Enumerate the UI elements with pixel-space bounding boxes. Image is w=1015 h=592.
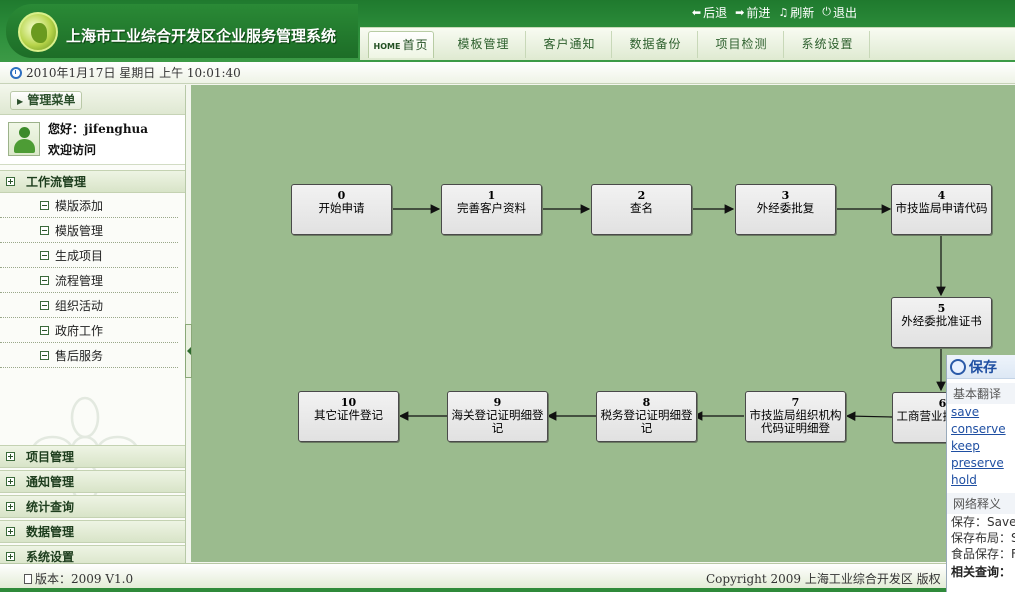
workflow-node-0[interactable]: 0 开始申请 [291, 184, 392, 235]
collapse-icon [40, 300, 49, 310]
sidebar-item-template-add[interactable]: 模版添加 [0, 193, 178, 218]
tab-home[interactable]: HOME 首页 [368, 31, 434, 58]
expand-icon [6, 527, 15, 536]
basic-translation-title: 基本翻译 [947, 383, 1015, 404]
forward-button[interactable]: ➡ 前进 [735, 3, 770, 21]
dictionary-header: 保存 [947, 355, 1015, 379]
web-definition: 食品保存：F [951, 547, 1015, 561]
translation-link[interactable]: conserve [947, 421, 1015, 438]
sidebar-group-system[interactable]: 系统设置 [0, 545, 185, 563]
workflow-node-9[interactable]: 9 海关登记证明细登记 [447, 391, 548, 442]
related-query-label: 相关查询： [951, 565, 1012, 579]
collapse-icon [40, 325, 49, 335]
refresh-icon: ♫ [778, 5, 789, 19]
logo-area: 上海市工业综合开发区企业服务管理系统 [6, 4, 358, 58]
user-box: 您好：jifenghua 欢迎访问 [0, 115, 185, 165]
version-info: 版本：2009 V1.0 [24, 570, 133, 587]
sidebar-group-data[interactable]: 数据管理 [0, 520, 185, 543]
tab-project-check[interactable]: 项目检测 [700, 31, 784, 58]
refresh-button[interactable]: ♫ 刷新 [778, 3, 814, 21]
collapse-icon [40, 200, 49, 210]
translation-link[interactable]: hold [947, 472, 1015, 489]
workflow-node-2[interactable]: 2 查名 [591, 184, 692, 235]
back-button[interactable]: ⬅ 后退 [692, 3, 727, 21]
menu-header: ▶ 管理菜单 [0, 85, 185, 115]
sidebar-item-organize-activity[interactable]: 组织活动 [0, 293, 178, 318]
current-datetime: 2010年1月17日 星期日 上午 10:01:40 [26, 66, 241, 80]
sidebar-item-template-manage[interactable]: 模版管理 [0, 218, 178, 243]
sidebar-collapse-handle[interactable] [185, 324, 192, 378]
top-actions: ⬅ 后退 ➡ 前进 ♫ 刷新 ⏻ 退出 [692, 3, 857, 21]
web-definition: 保存布局：S [951, 531, 1015, 545]
user-greeting: 您好：jifenghua [48, 122, 149, 136]
workflow-node-4[interactable]: 4 市技监局申请代码 [891, 184, 992, 235]
tab-system-settings[interactable]: 系统设置 [786, 31, 870, 58]
translation-link[interactable]: keep [947, 438, 1015, 455]
connector-6-7 [845, 411, 893, 421]
workflow-canvas: 0 开始申请 1 完善客户资料 2 查名 3 外经委批复 4 市技监局申请代码 … [191, 85, 1015, 562]
workflow-node-1[interactable]: 1 完善客户资料 [441, 184, 542, 235]
footer: 版本：2009 V1.0 Copyright 2009 上海工业综合开发区 版权 [0, 563, 1015, 592]
web-definition: 保存：Save [951, 515, 1015, 529]
expand-icon [6, 502, 15, 511]
expand-icon [6, 452, 15, 461]
collapse-icon [40, 275, 49, 285]
app-header: 上海市工业综合开发区企业服务管理系统 ⬅ 后退 ➡ 前进 ♫ 刷新 ⏻ 退出 H… [0, 0, 1015, 62]
translation-link[interactable]: save [947, 404, 1015, 421]
workflow-node-7[interactable]: 7 市技监局组织机构代码证明细登 [745, 391, 846, 442]
tab-customer-notice[interactable]: 客户通知 [528, 31, 612, 58]
power-icon: ⏻ [822, 5, 831, 18]
sidebar-group-statistics[interactable]: 统计查询 [0, 495, 185, 518]
logout-button[interactable]: ⏻ 退出 [822, 3, 857, 21]
tab-data-backup[interactable]: 数据备份 [614, 31, 698, 58]
sidebar-item-process-manage[interactable]: 流程管理 [0, 268, 178, 293]
collapse-icon [40, 225, 49, 235]
translation-link[interactable]: preserve [947, 455, 1015, 472]
user-icon [19, 127, 30, 138]
collapse-icon [40, 350, 49, 360]
app-title: 上海市工业综合开发区企业服务管理系统 [66, 27, 337, 45]
expand-icon [6, 177, 15, 186]
workflow-node-3[interactable]: 3 外经委批复 [735, 184, 836, 235]
workflow-node-8[interactable]: 8 税务登记证明细登记 [596, 391, 697, 442]
forward-arrow-icon: ➡ [735, 5, 745, 19]
sidebar-group-notice[interactable]: 通知管理 [0, 470, 185, 493]
sidebar-group-project[interactable]: 项目管理 [0, 445, 185, 468]
welcome-text: 欢迎访问 [48, 143, 97, 157]
home-prefix: HOME [373, 42, 401, 51]
date-bar: 2010年1月17日 星期日 上午 10:01:40 [0, 62, 1015, 84]
avatar [8, 122, 40, 156]
sidebar-group-workflow[interactable]: 工作流管理 [0, 170, 185, 193]
collapse-icon [40, 250, 49, 260]
menu-title-button[interactable]: ▶ 管理菜单 [10, 91, 83, 110]
document-icon [24, 573, 32, 584]
sidebar-item-after-sales[interactable]: 售后服务 [0, 343, 178, 368]
workflow-node-5[interactable]: 5 外经委批准证书 [891, 297, 992, 348]
sidebar-item-generate-project[interactable]: 生成项目 [0, 243, 178, 268]
workflow-node-10[interactable]: 10 其它证件登记 [298, 391, 399, 442]
tab-template-management[interactable]: 模板管理 [442, 31, 526, 58]
logo-icon [18, 12, 58, 52]
expand-icon [6, 552, 15, 561]
sidebar-item-government-work[interactable]: 政府工作 [0, 318, 178, 343]
back-arrow-icon: ⬅ [691, 5, 702, 19]
dictionary-icon [950, 358, 966, 375]
triangle-right-icon: ▶ [17, 97, 24, 106]
sidebar: ▶ 管理菜单 您好：jifenghua 欢迎访问 工作流管理 模版添加 模版管理 [0, 85, 186, 563]
dictionary-popup: 保存 基本翻译 save conserve keep preserve hold… [946, 355, 1015, 592]
main-nav: HOME 首页 模板管理 客户通知 数据备份 项目检测 系统设置 [360, 27, 1015, 60]
expand-icon [6, 477, 15, 486]
copyright: Copyright 2009 上海工业综合开发区 版权 [706, 572, 941, 586]
dictionary-word: 保存 [969, 359, 997, 376]
clock-icon [10, 66, 22, 79]
web-definition-title: 网络释义 [947, 493, 1015, 514]
